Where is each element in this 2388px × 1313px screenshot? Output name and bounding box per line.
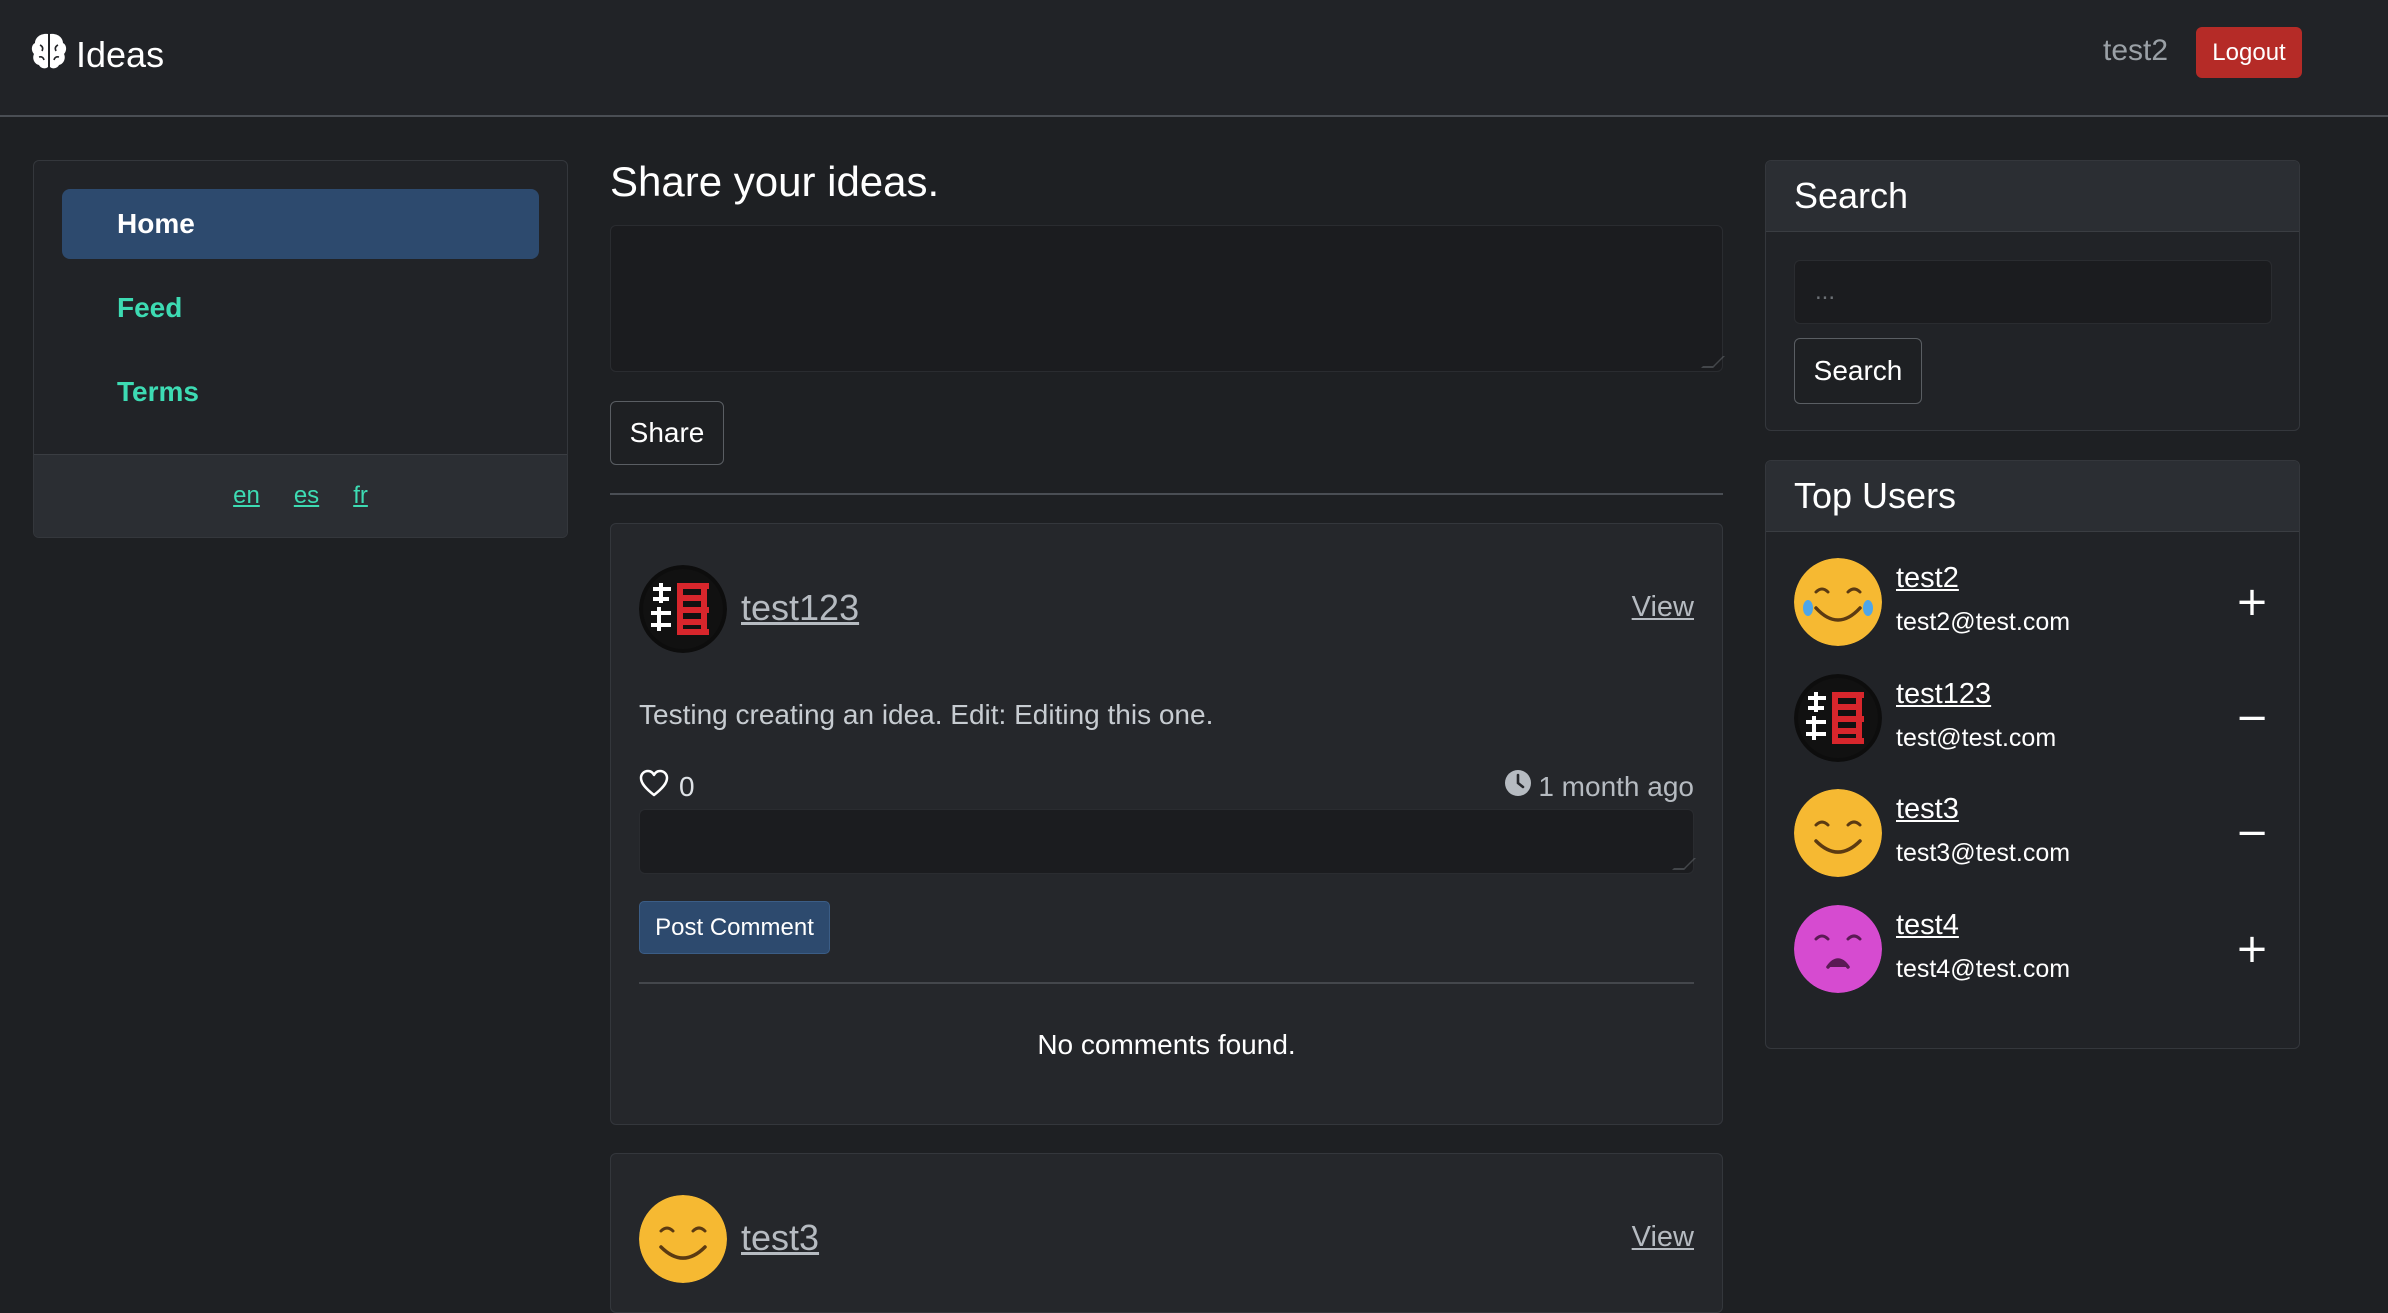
idea-time-text: 1 month ago bbox=[1538, 770, 1694, 802]
unfollow-minus-icon[interactable]: − bbox=[2230, 811, 2274, 855]
section-divider bbox=[610, 493, 1723, 495]
sidebar-item-home[interactable]: Home bbox=[62, 189, 539, 259]
search-panel-title: Search bbox=[1766, 161, 2299, 232]
sidebar: Home Feed Terms en es fr bbox=[33, 160, 568, 538]
user-avatar[interactable] bbox=[1794, 558, 1882, 646]
follow-plus-icon[interactable]: + bbox=[2230, 580, 2274, 624]
sidebar-nav: Home Feed Terms bbox=[34, 161, 567, 456]
user-avatar[interactable] bbox=[1794, 905, 1882, 993]
idea-textarea[interactable] bbox=[610, 225, 1725, 372]
user-email: test3@test.com bbox=[1896, 839, 2071, 867]
smile-face-icon bbox=[639, 1195, 727, 1283]
user-avatar[interactable] bbox=[1794, 789, 1882, 877]
comments-divider bbox=[639, 982, 1694, 984]
language-link-fr[interactable]: fr bbox=[353, 482, 368, 510]
logout-button[interactable]: Logout bbox=[2196, 27, 2302, 78]
author-avatar[interactable] bbox=[639, 1195, 727, 1283]
sidebar-item-terms[interactable]: Terms bbox=[62, 357, 539, 427]
idea-author-link[interactable]: test123 bbox=[741, 587, 859, 629]
page-title: Share your ideas. bbox=[610, 158, 940, 205]
user-name-link[interactable]: test3 bbox=[1896, 793, 1959, 826]
like-count: 0 bbox=[679, 770, 695, 802]
view-idea-link[interactable]: View bbox=[1632, 591, 1694, 624]
user-avatar[interactable] bbox=[1794, 674, 1882, 762]
comment-textarea[interactable] bbox=[639, 809, 1696, 874]
idea-body: Testing creating an idea. Edit: Editing … bbox=[639, 699, 1214, 730]
brand-link[interactable]: Ideas bbox=[30, 30, 164, 80]
view-idea-link[interactable]: View bbox=[1632, 1221, 1694, 1254]
user-email: test4@test.com bbox=[1896, 955, 2071, 983]
unfollow-minus-icon[interactable]: − bbox=[2230, 696, 2274, 740]
idea-card: test3 View bbox=[610, 1153, 1723, 1313]
user-email: test2@test.com bbox=[1896, 608, 2071, 636]
kanji-logo-icon bbox=[1794, 674, 1882, 762]
clock-icon bbox=[1504, 769, 1532, 804]
no-comments-message: No comments found. bbox=[1037, 1029, 1296, 1060]
top-user-row: test4 test4@test.com + bbox=[1794, 905, 2274, 993]
idea-card: test123 View Testing creating an idea. E… bbox=[610, 523, 1723, 1125]
resize-handle-icon[interactable] bbox=[1701, 356, 1725, 368]
top-user-row: test123 test@test.com − bbox=[1794, 674, 2274, 762]
user-name-link[interactable]: test123 bbox=[1896, 678, 1991, 711]
author-avatar[interactable] bbox=[639, 565, 727, 653]
kanji-logo-icon bbox=[639, 565, 727, 653]
resize-handle-icon[interactable] bbox=[1672, 858, 1696, 870]
brand-name: Ideas bbox=[76, 34, 165, 75]
language-switcher: en es fr bbox=[34, 454, 567, 537]
follow-plus-icon[interactable]: + bbox=[2230, 927, 2274, 971]
top-users-title: Top Users bbox=[1766, 461, 2299, 532]
top-navbar: Ideas test2 Logout bbox=[0, 0, 2388, 117]
idea-author-link[interactable]: test3 bbox=[741, 1217, 819, 1259]
top-user-row: test3 test3@test.com − bbox=[1794, 789, 2274, 877]
brain-icon bbox=[30, 31, 68, 80]
current-username[interactable]: test2 bbox=[2103, 34, 2168, 68]
sad-face-icon bbox=[1794, 905, 1882, 993]
user-name-link[interactable]: test4 bbox=[1896, 909, 1959, 942]
language-link-es[interactable]: es bbox=[294, 482, 319, 510]
search-panel: Search Search bbox=[1765, 160, 2300, 431]
sidebar-item-feed[interactable]: Feed bbox=[62, 273, 539, 343]
like-control[interactable]: 0 bbox=[639, 769, 695, 804]
share-button[interactable]: Share bbox=[610, 401, 724, 465]
user-email: test@test.com bbox=[1896, 724, 2057, 752]
smile-face-icon bbox=[1794, 789, 1882, 877]
user-name-link[interactable]: test2 bbox=[1896, 562, 1959, 595]
top-user-row: test2 test2@test.com + bbox=[1794, 558, 2274, 646]
laugh-tears-face-icon bbox=[1794, 558, 1882, 646]
top-users-panel: Top Users test2 test2@test.com + test123… bbox=[1765, 460, 2300, 1049]
language-link-en[interactable]: en bbox=[233, 482, 260, 510]
heart-icon[interactable] bbox=[639, 769, 669, 804]
post-comment-button[interactable]: Post Comment bbox=[639, 901, 830, 954]
search-input[interactable] bbox=[1794, 260, 2272, 324]
idea-timestamp: 1 month ago bbox=[1504, 769, 1694, 804]
search-button[interactable]: Search bbox=[1794, 338, 1922, 404]
